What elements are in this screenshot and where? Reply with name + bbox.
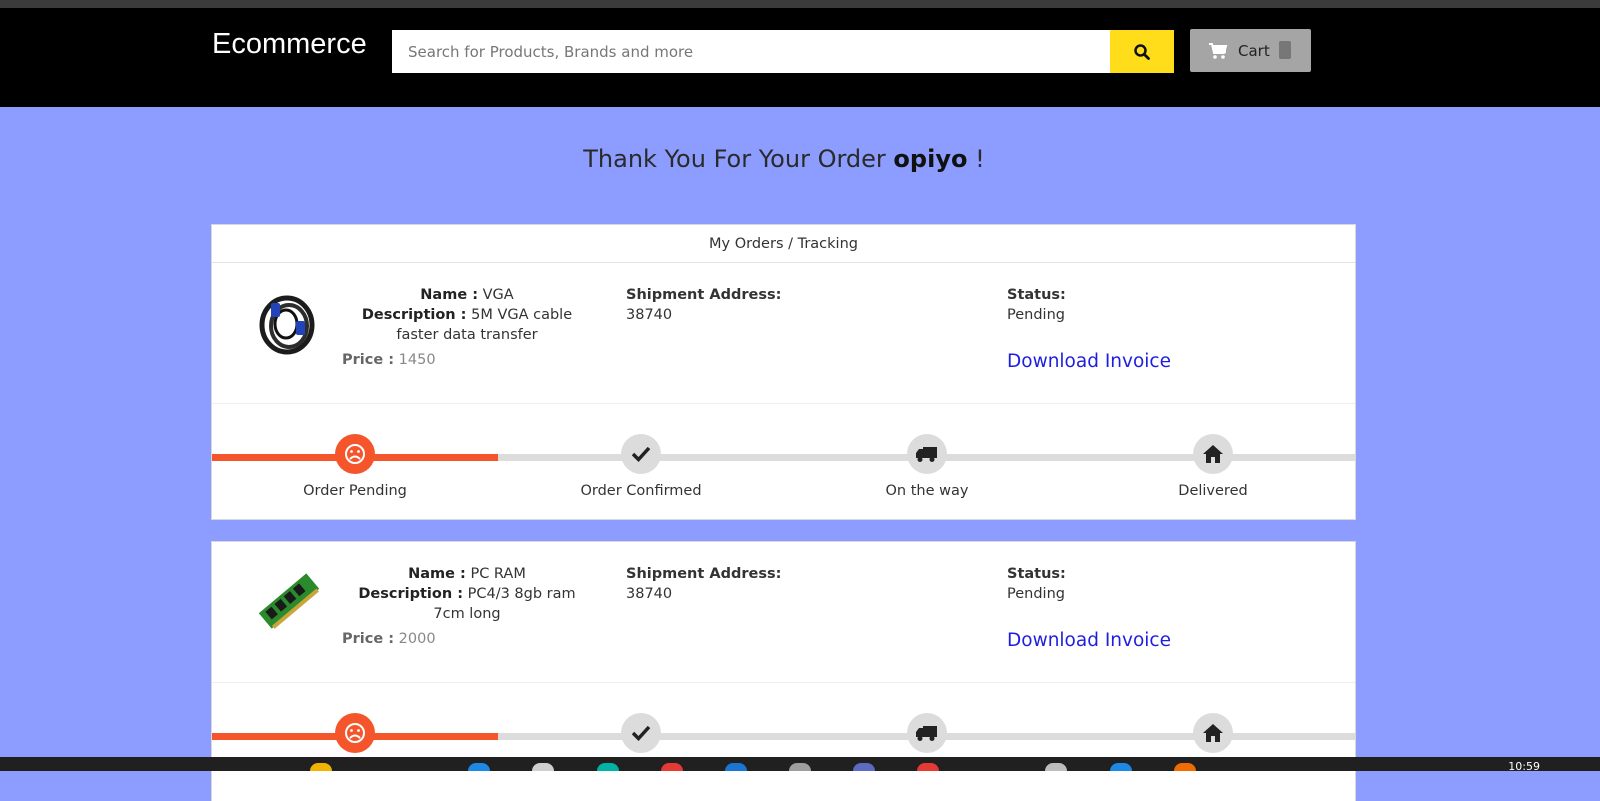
product-name: VGA: [482, 287, 514, 303]
price-label: Price :: [342, 631, 395, 647]
product-info: Name : PC RAM Description : PC4/3 8gb ra…: [342, 564, 592, 649]
shipment-address: 38740: [626, 307, 673, 323]
description-label: Description :: [358, 586, 463, 602]
step-order-confirmed: [621, 434, 661, 474]
taskbar-clock: 10:59: [1508, 760, 1540, 773]
ram-module-image: [258, 573, 320, 629]
order-card: My Orders / Tracking Name : VGA Descript…: [211, 224, 1356, 520]
shipment-info: Shipment Address: 38740: [626, 564, 781, 604]
cart-label: Cart: [1238, 41, 1270, 60]
name-label: Name :: [408, 566, 466, 582]
status-info: Status: Pending: [1007, 564, 1066, 604]
status-info: Status: Pending: [1007, 285, 1066, 325]
taskbar-app-icon[interactable]: [597, 763, 619, 771]
step-label-order-pending: Order Pending: [303, 483, 407, 499]
thanks-username: opiyo: [893, 145, 968, 173]
browser-top-strip: [0, 0, 1600, 8]
shipment-label: Shipment Address:: [626, 566, 782, 582]
status-value: Pending: [1007, 307, 1065, 323]
tracking-progress: [212, 683, 1355, 800]
cart-button[interactable]: Cart: [1190, 29, 1311, 72]
product-info: Name : VGA Description : 5M VGA cable fa…: [342, 285, 592, 370]
thanks-prefix: Thank You For Your Order: [583, 145, 886, 173]
step-delivered: [1193, 713, 1233, 753]
status-label: Status:: [1007, 566, 1066, 582]
thanks-suffix: !: [975, 145, 985, 173]
sad-face-icon: [345, 444, 365, 464]
truck-icon: [916, 447, 937, 462]
cart-icon: [1209, 42, 1228, 59]
search-button[interactable]: [1110, 30, 1174, 73]
taskbar-app-icon[interactable]: [725, 763, 747, 771]
taskbar-app-icon[interactable]: [1110, 763, 1132, 771]
download-invoice-link[interactable]: Download Invoice: [1007, 351, 1171, 372]
taskbar-app-icon[interactable]: [661, 763, 683, 771]
price-label: Price :: [342, 352, 395, 368]
taskbar-app-icon[interactable]: [310, 763, 332, 771]
vga-cable-image: [259, 295, 315, 355]
taskbar-app-icon[interactable]: [853, 763, 875, 771]
site-header: Ecommerce Cart: [0, 8, 1600, 107]
brand-logo[interactable]: Ecommerce: [212, 28, 367, 61]
shipment-address: 38740: [626, 586, 673, 602]
truck-icon: [916, 726, 937, 741]
taskbar-app-icon[interactable]: [532, 763, 554, 771]
search-icon: [1134, 43, 1150, 60]
step-label-on-the-way: On the way: [885, 483, 969, 499]
step-order-pending: [335, 434, 375, 474]
check-icon: [631, 725, 651, 742]
search-input[interactable]: [392, 30, 1110, 73]
sad-face-icon: [345, 723, 365, 743]
step-order-confirmed: [621, 713, 661, 753]
taskbar-app-icon[interactable]: [1045, 763, 1067, 771]
status-value: Pending: [1007, 586, 1065, 602]
step-label-delivered: Delivered: [1178, 483, 1248, 499]
shipment-info: Shipment Address: 38740: [626, 285, 781, 325]
orders-heading: My Orders / Tracking: [212, 225, 1355, 263]
step-delivered: [1193, 434, 1233, 474]
taskbar-app-icon[interactable]: [917, 763, 939, 771]
name-label: Name :: [420, 287, 479, 303]
tracking-progress: Order Pending Order Confirmed On the way…: [212, 404, 1355, 521]
status-label: Status:: [1007, 287, 1066, 303]
product-price: 1450: [398, 352, 436, 368]
download-invoice-link[interactable]: Download Invoice: [1007, 630, 1171, 651]
taskbar-app-icon[interactable]: [468, 763, 490, 771]
step-on-the-way: [907, 434, 947, 474]
shipment-label: Shipment Address:: [626, 287, 782, 303]
order-item: Name : VGA Description : 5M VGA cable fa…: [212, 263, 1355, 404]
home-icon: [1203, 445, 1223, 463]
home-icon: [1203, 724, 1223, 742]
step-on-the-way: [907, 713, 947, 753]
product-price: 2000: [398, 631, 436, 647]
product-name: PC RAM: [470, 566, 526, 582]
thank-you-message: Thank You For Your Order opiyo !: [0, 145, 1568, 173]
taskbar-app-icon[interactable]: [789, 763, 811, 771]
cart-count-badge: [1279, 41, 1291, 59]
order-item: Name : PC RAM Description : PC4/3 8gb ra…: [212, 542, 1355, 683]
step-order-pending: [335, 713, 375, 753]
taskbar-app-icon[interactable]: [1174, 763, 1196, 771]
step-label-order-confirmed: Order Confirmed: [580, 483, 702, 499]
description-label: Description :: [361, 307, 467, 323]
check-icon: [631, 446, 651, 463]
